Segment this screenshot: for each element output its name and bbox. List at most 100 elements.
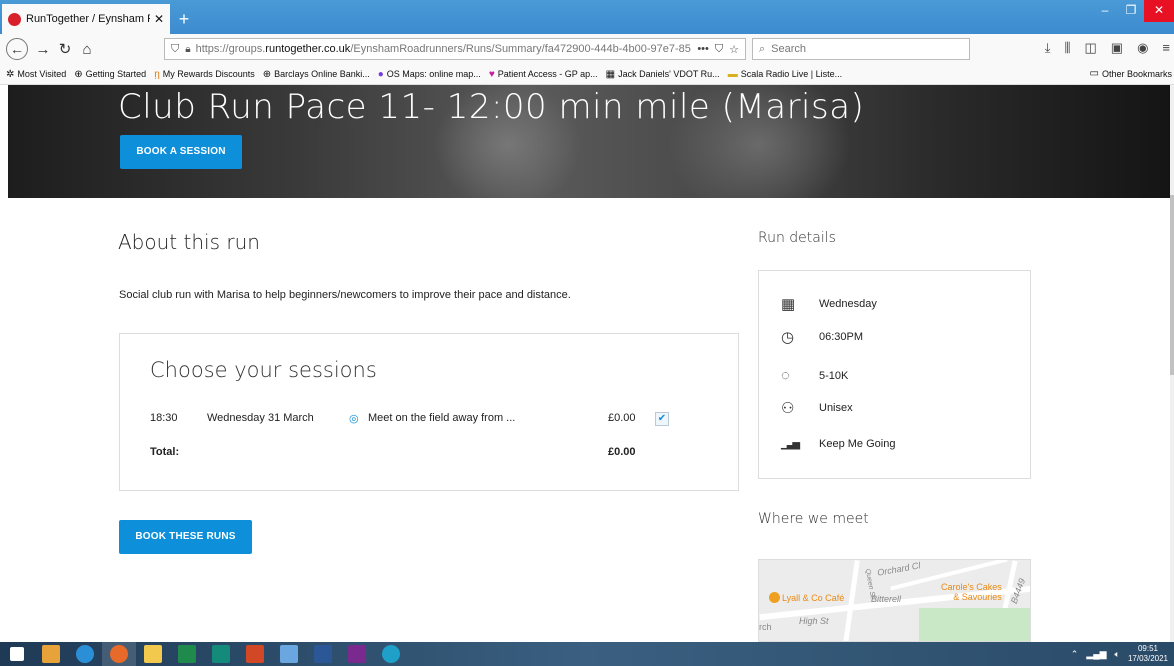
url-text[interactable]: https://groups.runtogether.co.uk/Eynsham…: [196, 43, 698, 55]
map-poi[interactable]: Carole's Cakes & Savouries: [941, 582, 1002, 602]
where-we-meet-heading: Where we meet: [758, 511, 869, 527]
run-details-heading: Run details: [758, 230, 836, 246]
volume-icon[interactable]: 🔈︎: [1115, 649, 1120, 660]
book-these-runs-button[interactable]: BOOK THESE RUNS: [119, 520, 252, 554]
map-label: rch: [759, 622, 772, 632]
bookmark-icon: ⊕: [74, 68, 83, 80]
outlook-icon[interactable]: [34, 642, 68, 666]
detail-day: ▦ Wednesday: [781, 296, 877, 313]
account-icon[interactable]: ◉: [1137, 40, 1148, 56]
map-park: [919, 608, 1030, 641]
bookmark-item[interactable]: ♥ Patient Access - GP ap...: [489, 69, 598, 80]
network-icon[interactable]: ▂▄▆: [1086, 649, 1106, 660]
bookmark-icon: ⊕: [262, 68, 272, 80]
sessions-card: Choose your sessions 18:30 Wednesday 31 …: [119, 333, 739, 491]
window-controls: – ❐ ✕: [1092, 0, 1174, 22]
new-tab-button[interactable]: +: [170, 4, 198, 34]
edge-icon[interactable]: [374, 642, 408, 666]
book-session-button[interactable]: BOOK A SESSION: [120, 135, 242, 169]
scrollbar-thumb[interactable]: [1170, 195, 1174, 375]
map-label: Orchard Cl: [876, 560, 922, 578]
sidebar-icon[interactable]: ◫: [1084, 40, 1096, 56]
tab-title: RunTogether / Eynsham Roadr: [26, 13, 150, 25]
file-explorer-icon[interactable]: [136, 642, 170, 666]
location-map[interactable]: Orchard Cl Lyall & Co Café Bitterell Car…: [758, 559, 1031, 642]
star-icon[interactable]: ☆: [729, 43, 739, 56]
total-value: £0.00: [608, 446, 636, 458]
detail-distance: ◌ 5-10K: [781, 367, 849, 384]
navigation-toolbar: ← → ↻ ⌂ ⛉ 🔒︎ https://groups.runtogether.…: [0, 34, 1174, 64]
run-details-card: ▦ Wednesday ◷ 06:30PM ◌ 5-10K ⚇ Unisex ▁▃▅ Ke…: [758, 270, 1031, 479]
bookmark-icon: ●: [377, 68, 384, 80]
stopwatch-icon: ◌: [781, 367, 790, 384]
restore-button[interactable]: ❐: [1118, 0, 1144, 22]
people-icon: ⚇: [781, 400, 795, 417]
bookmark-item[interactable]: ⊕ Barclays Online Banki...: [263, 69, 370, 80]
word-icon[interactable]: [306, 642, 340, 666]
total-label: Total:: [150, 446, 180, 458]
download-icon[interactable]: ⤓: [1045, 40, 1051, 56]
system-tray: ⌃ ▂▄▆ 🔈︎ 09:51 17/03/2021: [1071, 642, 1168, 666]
bookmark-item[interactable]: ▦ Jack Daniels' VDOT Ru...: [606, 69, 720, 80]
bookmark-icon: ▬: [727, 68, 738, 80]
publisher-icon[interactable]: [204, 642, 238, 666]
tray-chevron-icon[interactable]: ⌃: [1071, 649, 1079, 660]
url-bar[interactable]: ⛉ 🔒︎ https://groups.runtogether.co.uk/Ey…: [164, 38, 746, 60]
about-heading: About this run: [118, 230, 260, 254]
library-icon[interactable]: ⫼: [1064, 40, 1070, 56]
back-icon[interactable]: ←: [6, 38, 28, 60]
tab-close-icon[interactable]: ✕: [154, 12, 164, 26]
forward-icon[interactable]: →: [32, 41, 54, 58]
map-label: Queen St: [863, 568, 876, 599]
internet-explorer-icon[interactable]: [68, 642, 102, 666]
hero-banner: Club Run Pace 11- 12:00 min mile (Marisa…: [8, 85, 1174, 198]
detail-level: ▁▃▅ Keep Me Going: [781, 438, 896, 450]
screenshot-icon[interactable]: ▣: [1111, 40, 1123, 56]
app-icon[interactable]: [272, 642, 306, 666]
bookmark-item[interactable]: ῃ My Rewards Discounts: [154, 69, 255, 80]
search-icon: ⌕: [759, 42, 766, 55]
system-clock[interactable]: 09:51 17/03/2021: [1128, 644, 1168, 664]
signal-bars-icon: ▁▃▅: [781, 438, 800, 450]
bookmark-icon: ῃ: [154, 68, 160, 80]
close-window-button[interactable]: ✕: [1144, 0, 1174, 22]
excel-icon[interactable]: [170, 642, 204, 666]
more-icon[interactable]: •••: [697, 43, 709, 56]
folder-icon: ▭: [1089, 68, 1099, 79]
session-date: Wednesday 31 March: [207, 412, 314, 424]
powerpoint-icon[interactable]: [238, 642, 272, 666]
bookmark-icon: ✲: [6, 68, 15, 80]
bookmark-item[interactable]: ▬ Scala Radio Live | Liste...: [728, 69, 842, 80]
session-time: 18:30: [150, 412, 178, 424]
search-placeholder: Search: [771, 43, 807, 55]
shield-icon[interactable]: ⛉: [171, 43, 179, 56]
windows-taskbar: ⌃ ▂▄▆ 🔈︎ 09:51 17/03/2021: [0, 642, 1174, 666]
bookmark-item[interactable]: ● OS Maps: online map...: [378, 69, 481, 80]
browser-tab[interactable]: RunTogether / Eynsham Roadr ✕: [2, 4, 170, 34]
page-scrollbar[interactable]: [1170, 85, 1174, 642]
home-icon[interactable]: ⌂: [76, 41, 98, 58]
map-poi[interactable]: Lyall & Co Café: [769, 592, 844, 603]
session-location[interactable]: Meet on the field away from ...: [368, 412, 515, 424]
session-checkbox[interactable]: ✔: [655, 412, 669, 426]
detail-time: ◷ 06:30PM: [781, 329, 864, 346]
start-icon[interactable]: [0, 642, 34, 666]
location-pin-icon: ◎: [349, 413, 359, 425]
sessions-heading: Choose your sessions: [150, 358, 377, 382]
minimize-button[interactable]: –: [1092, 0, 1118, 22]
menu-icon[interactable]: ≡: [1162, 40, 1170, 56]
bookmark-item[interactable]: ⊕ Getting Started: [74, 69, 146, 80]
lock-icon[interactable]: 🔒︎: [185, 44, 190, 55]
map-label: High St: [799, 616, 829, 626]
firefox-icon[interactable]: [102, 642, 136, 666]
search-input[interactable]: ⌕ Search: [752, 38, 970, 60]
browser-tab-bar: RunTogether / Eynsham Roadr ✕ + – ❐ ✕: [0, 0, 1174, 34]
pocket-icon[interactable]: ⛉: [715, 43, 723, 56]
other-bookmarks[interactable]: ▭ Other Bookmarks: [1090, 68, 1172, 79]
onenote-icon[interactable]: [340, 642, 374, 666]
bookmark-item[interactable]: ✲ Most Visited: [6, 69, 66, 80]
about-description: Social club run with Marisa to help begi…: [119, 289, 571, 301]
reload-icon[interactable]: ↻: [54, 40, 76, 58]
map-road: [843, 560, 860, 641]
page-title: Club Run Pace 11- 12:00 min mile (Marisa…: [118, 87, 865, 127]
